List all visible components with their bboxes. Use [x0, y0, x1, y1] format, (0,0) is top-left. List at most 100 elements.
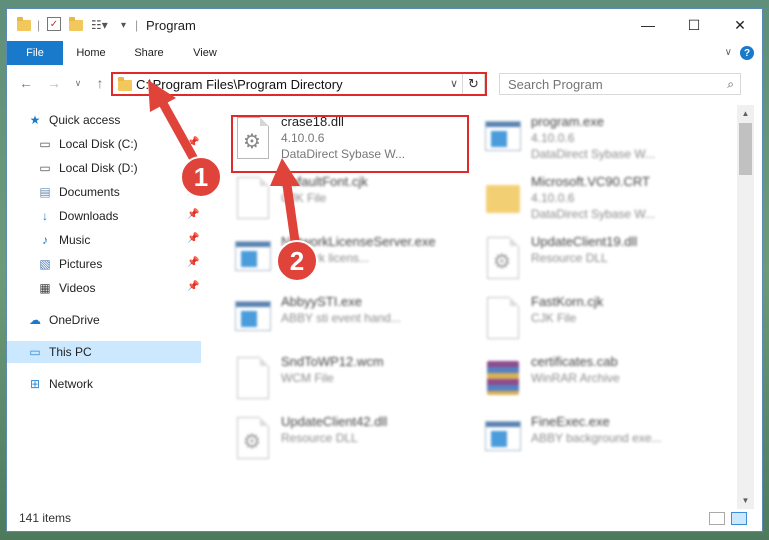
large-icons-view-icon[interactable]: [731, 512, 747, 525]
file-item-updateclient42-dll[interactable]: ⚙ UpdateClient42.dll Resource DLL: [227, 411, 467, 469]
star-icon: ★: [29, 113, 41, 127]
details-view-icon[interactable]: [709, 512, 725, 525]
minimize-button[interactable]: —: [625, 9, 671, 41]
pin-icon[interactable]: 📌: [187, 137, 199, 148]
sidebar-item-network[interactable]: ⊞ Network: [7, 373, 201, 395]
archive-icon: [483, 355, 523, 403]
file-item-abbyysti-exe[interactable]: AbbyySTI.exe ABBY sti event hand...: [227, 291, 467, 349]
file-description: ABBY background exe...: [531, 431, 662, 445]
tab-home[interactable]: Home: [69, 41, 113, 65]
up-arrow-icon[interactable]: ↑: [91, 74, 109, 92]
exe-icon: [233, 295, 273, 343]
new-folder-icon[interactable]: [69, 16, 83, 33]
pin-icon[interactable]: 📌: [187, 257, 199, 268]
file-type: CJK File: [281, 191, 327, 205]
dll-icon: ⚙: [483, 235, 523, 283]
sidebar-item-label: OneDrive: [49, 313, 100, 327]
computer-icon: ▭: [29, 345, 41, 359]
file-item-fastkorn-cjk[interactable]: FastKorn.cjk CJK File: [477, 291, 717, 349]
folder-icon: [483, 175, 523, 223]
sidebar-item-documents[interactable]: ▤ Documents 📌: [7, 181, 201, 203]
file-item-networklicenseserver-exe[interactable]: NetworkLicenseServer.exe Network licens.…: [227, 231, 467, 289]
tab-share[interactable]: Share: [127, 41, 171, 65]
navigation-pane: ★ Quick access ▭ Local Disk (C:) 📌 ▭ Loc…: [7, 105, 201, 503]
sidebar-item-music[interactable]: ♪ Music 📌: [7, 229, 201, 251]
forward-arrow-icon[interactable]: →: [45, 74, 63, 92]
file-type: Resource DLL: [281, 431, 358, 445]
step-2-badge: 2: [276, 240, 318, 282]
address-highlight-box: [111, 72, 487, 96]
back-arrow-icon[interactable]: ←: [17, 74, 35, 92]
drive-icon: ▭: [39, 161, 51, 175]
pin-icon[interactable]: 📌: [187, 281, 199, 292]
file-item-fineexec-exe[interactable]: FineExec.exe ABBY background exe...: [477, 411, 717, 469]
file-item-sndtowp12-wcm[interactable]: SndToWP12.wcm WCM File: [227, 351, 467, 409]
file-name: SndToWP12.wcm: [281, 354, 384, 369]
close-button[interactable]: ✕: [717, 9, 763, 41]
scroll-up-icon[interactable]: ▲: [737, 105, 754, 122]
file-type: Resource DLL: [531, 251, 608, 265]
chevron-down-icon[interactable]: ∨: [725, 47, 732, 58]
file-name: FastKorn.cjk: [531, 294, 604, 309]
sidebar-item-local-disk-d[interactable]: ▭ Local Disk (D:): [7, 157, 201, 179]
file-type: WinRAR Archive: [531, 371, 620, 385]
navigation-bar: ← → ∨ ↑ C:\Program Files\Program Directo…: [7, 69, 762, 99]
scroll-thumb[interactable]: [739, 123, 752, 175]
ribbon-tabs: File Home Share View ∨ ?: [7, 41, 762, 65]
help-icon[interactable]: ?: [740, 46, 754, 60]
sidebar-item-label: Local Disk (C:): [59, 137, 138, 151]
sidebar-item-downloads[interactable]: ↓ Downloads 📌: [7, 205, 201, 227]
sidebar-item-label: This PC: [49, 345, 92, 359]
recent-chevron-icon[interactable]: ∨: [69, 74, 87, 92]
sidebar-item-onedrive[interactable]: ☁ OneDrive: [7, 309, 201, 331]
network-icon: ⊞: [29, 377, 41, 391]
exe-icon: [483, 115, 523, 163]
exe-icon: [483, 415, 523, 463]
tab-view[interactable]: View: [183, 41, 227, 65]
dll-icon: ⚙: [233, 415, 273, 463]
customize-icon[interactable]: ☷▾: [91, 17, 108, 33]
file-description: ABBY sti event hand...: [281, 311, 401, 325]
file-name: UpdateClient19.dll: [531, 234, 638, 249]
file-name: FineExec.exe: [531, 414, 610, 429]
tab-file[interactable]: File: [7, 41, 63, 65]
file-name: certificates.cab: [531, 354, 618, 369]
file-item-program-exe[interactable]: program.exe 4.10.0.6 DataDirect Sybase W…: [477, 111, 717, 169]
file-item-certificates-cab[interactable]: certificates.cab WinRAR Archive: [477, 351, 717, 409]
file-version: 4.10.0.6: [531, 131, 575, 145]
file-highlight-box: [231, 115, 469, 173]
explorer-window: | ✓ ☷▾ ▾ | Program — ☐ ✕ File Home Share…: [6, 8, 763, 532]
search-input[interactable]: [508, 74, 718, 94]
title-bar: | ✓ ☷▾ ▾ | Program — ☐ ✕: [7, 9, 762, 41]
sidebar-item-local-disk-c[interactable]: ▭ Local Disk (C:) 📌: [7, 133, 201, 155]
folder-icon: [17, 16, 31, 33]
cloud-icon: ☁: [29, 313, 41, 327]
sidebar-item-this-pc[interactable]: ▭ This PC: [7, 341, 201, 363]
pin-icon[interactable]: 📌: [187, 233, 199, 244]
search-box[interactable]: ⌕: [499, 73, 741, 95]
pin-icon[interactable]: 📌: [187, 209, 199, 220]
sidebar-item-quick-access[interactable]: ★ Quick access: [7, 109, 201, 131]
file-item-updateclient19-dll[interactable]: ⚙ UpdateClient19.dll Resource DLL: [477, 231, 717, 289]
search-icon[interactable]: ⌕: [727, 77, 734, 92]
download-icon: ↓: [42, 209, 48, 223]
sidebar-item-label: Network: [49, 377, 94, 391]
file-description: DataDirect Sybase W...: [531, 147, 656, 161]
maximize-button[interactable]: ☐: [671, 9, 717, 41]
sidebar-item-pictures[interactable]: ▧ Pictures 📌: [7, 253, 201, 275]
drive-icon: ▭: [39, 137, 51, 151]
music-icon: ♪: [42, 233, 48, 247]
separator: |: [37, 18, 41, 32]
window-title: Program: [146, 18, 196, 33]
quick-access-dropdown-icon[interactable]: ▾: [121, 17, 126, 33]
sidebar-item-label: Downloads: [59, 209, 119, 223]
step-1-badge: 1: [180, 156, 222, 198]
properties-icon[interactable]: ✓: [47, 17, 61, 31]
sidebar-item-videos[interactable]: ▦ Videos 📌: [7, 277, 201, 299]
item-count: 141 items: [19, 511, 72, 525]
file-type: CJK File: [531, 311, 577, 325]
file-item-defaultfont-cjk[interactable]: DefaultFont.cjk CJK File: [227, 171, 467, 229]
vertical-scrollbar[interactable]: ▲ ▼: [737, 105, 754, 509]
file-icon: [233, 175, 273, 223]
file-item-microsoft-vc90-crt[interactable]: Microsoft.VC90.CRT 4.10.0.6 DataDirect S…: [477, 171, 717, 229]
